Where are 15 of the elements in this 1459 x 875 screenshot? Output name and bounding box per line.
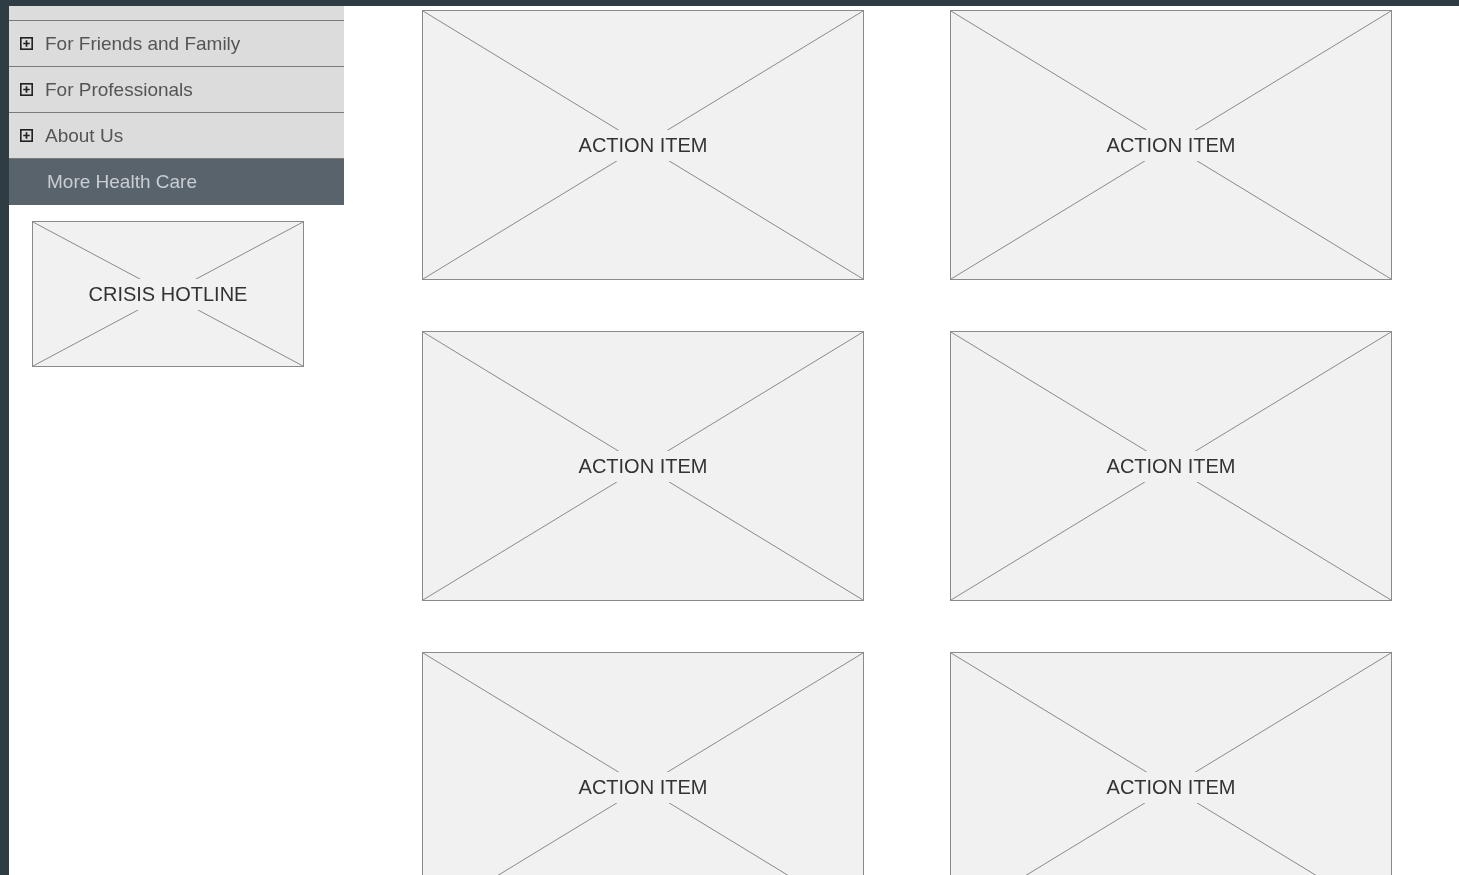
- sidebar-menu-item[interactable]: More Health Care: [9, 159, 344, 205]
- expand-icon[interactable]: [20, 83, 33, 96]
- sidebar-menu-item[interactable]: For Friends and Family: [9, 21, 344, 67]
- action-item-placeholder[interactable]: ACTION ITEM: [950, 652, 1392, 875]
- sidebar-menu-item[interactable]: For Professionals: [9, 67, 344, 113]
- expand-icon[interactable]: [20, 129, 33, 142]
- action-item-placeholder[interactable]: ACTION ITEM: [422, 10, 864, 280]
- action-item-placeholder[interactable]: ACTION ITEM: [422, 331, 864, 601]
- action-item-placeholder[interactable]: ACTION ITEM: [950, 10, 1392, 280]
- sidebar-menu-item[interactable]: [9, 6, 344, 21]
- action-item-placeholder[interactable]: ACTION ITEM: [422, 652, 864, 875]
- expand-icon[interactable]: [20, 37, 33, 50]
- crisis-hotline-placeholder[interactable]: CRISIS HOTLINE: [32, 221, 304, 367]
- sidebar-menu-item[interactable]: About Us: [9, 113, 344, 159]
- action-item-placeholder[interactable]: ACTION ITEM: [950, 331, 1392, 601]
